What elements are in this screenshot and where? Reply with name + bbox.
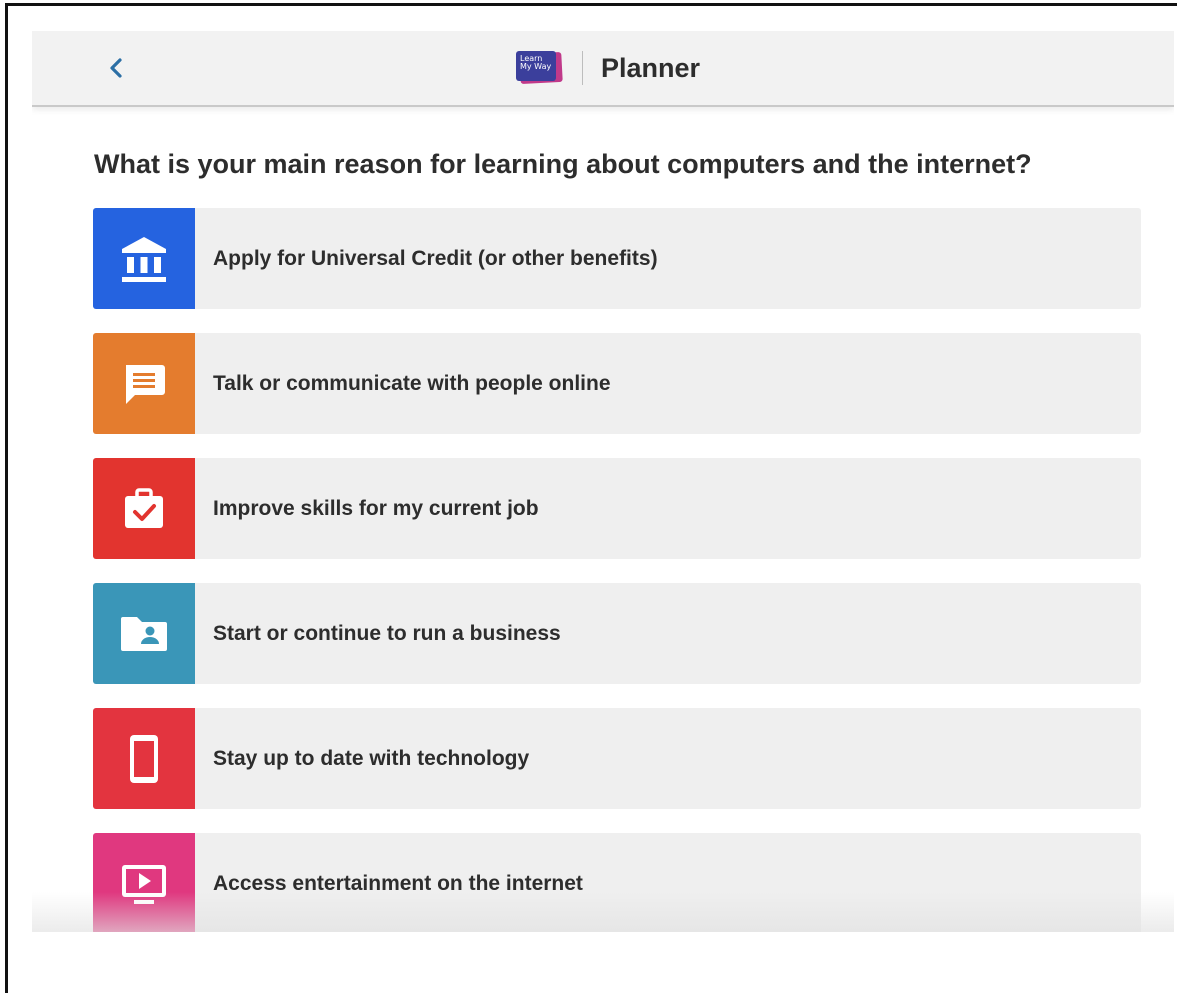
- option-run-business[interactable]: Start or continue to run a business: [93, 583, 1141, 684]
- option-icon-tile: [93, 458, 195, 559]
- option-entertainment[interactable]: Access entertainment on the internet: [93, 833, 1141, 932]
- option-universal-credit[interactable]: Apply for Universal Credit (or other ben…: [93, 208, 1141, 309]
- back-button[interactable]: [100, 51, 134, 85]
- option-label: Start or continue to run a business: [213, 621, 561, 645]
- chevron-left-icon: [110, 58, 122, 78]
- option-label: Talk or communicate with people online: [213, 371, 611, 395]
- option-icon-tile: [93, 583, 195, 684]
- options-list: Apply for Universal Credit (or other ben…: [93, 208, 1141, 932]
- folder-user-icon: [121, 616, 167, 651]
- page-title: Planner: [601, 52, 701, 83]
- option-label: Stay up to date with technology: [213, 746, 530, 770]
- app-window: Learn My Way Planner What is your main r…: [32, 31, 1174, 932]
- header-divider: [582, 51, 583, 85]
- brand: Learn My Way Planner: [516, 47, 700, 89]
- chat-icon: [126, 364, 165, 404]
- play-screen-icon: [122, 864, 166, 904]
- screenshot-frame: Learn My Way Planner What is your main r…: [5, 3, 1177, 993]
- smartphone-icon: [130, 734, 158, 783]
- option-improve-skills[interactable]: Improve skills for my current job: [93, 458, 1141, 559]
- question-heading: What is your main reason for learning ab…: [94, 149, 1032, 179]
- top-bar: Learn My Way Planner: [32, 31, 1174, 107]
- option-icon-tile: [93, 833, 195, 932]
- option-label: Improve skills for my current job: [213, 496, 539, 520]
- bank-icon: [122, 236, 166, 282]
- option-label: Access entertainment on the internet: [213, 871, 583, 895]
- option-technology[interactable]: Stay up to date with technology: [93, 708, 1141, 809]
- option-label: Apply for Universal Credit (or other ben…: [213, 246, 658, 270]
- option-icon-tile: [93, 333, 195, 434]
- option-icon-tile: [93, 708, 195, 809]
- option-communicate-online[interactable]: Talk or communicate with people online: [93, 333, 1141, 434]
- option-icon-tile: [93, 208, 195, 309]
- learn-my-way-logo: Learn My Way: [516, 47, 570, 89]
- logo-text: Learn My Way: [520, 54, 552, 71]
- briefcase-check-icon: [125, 487, 163, 528]
